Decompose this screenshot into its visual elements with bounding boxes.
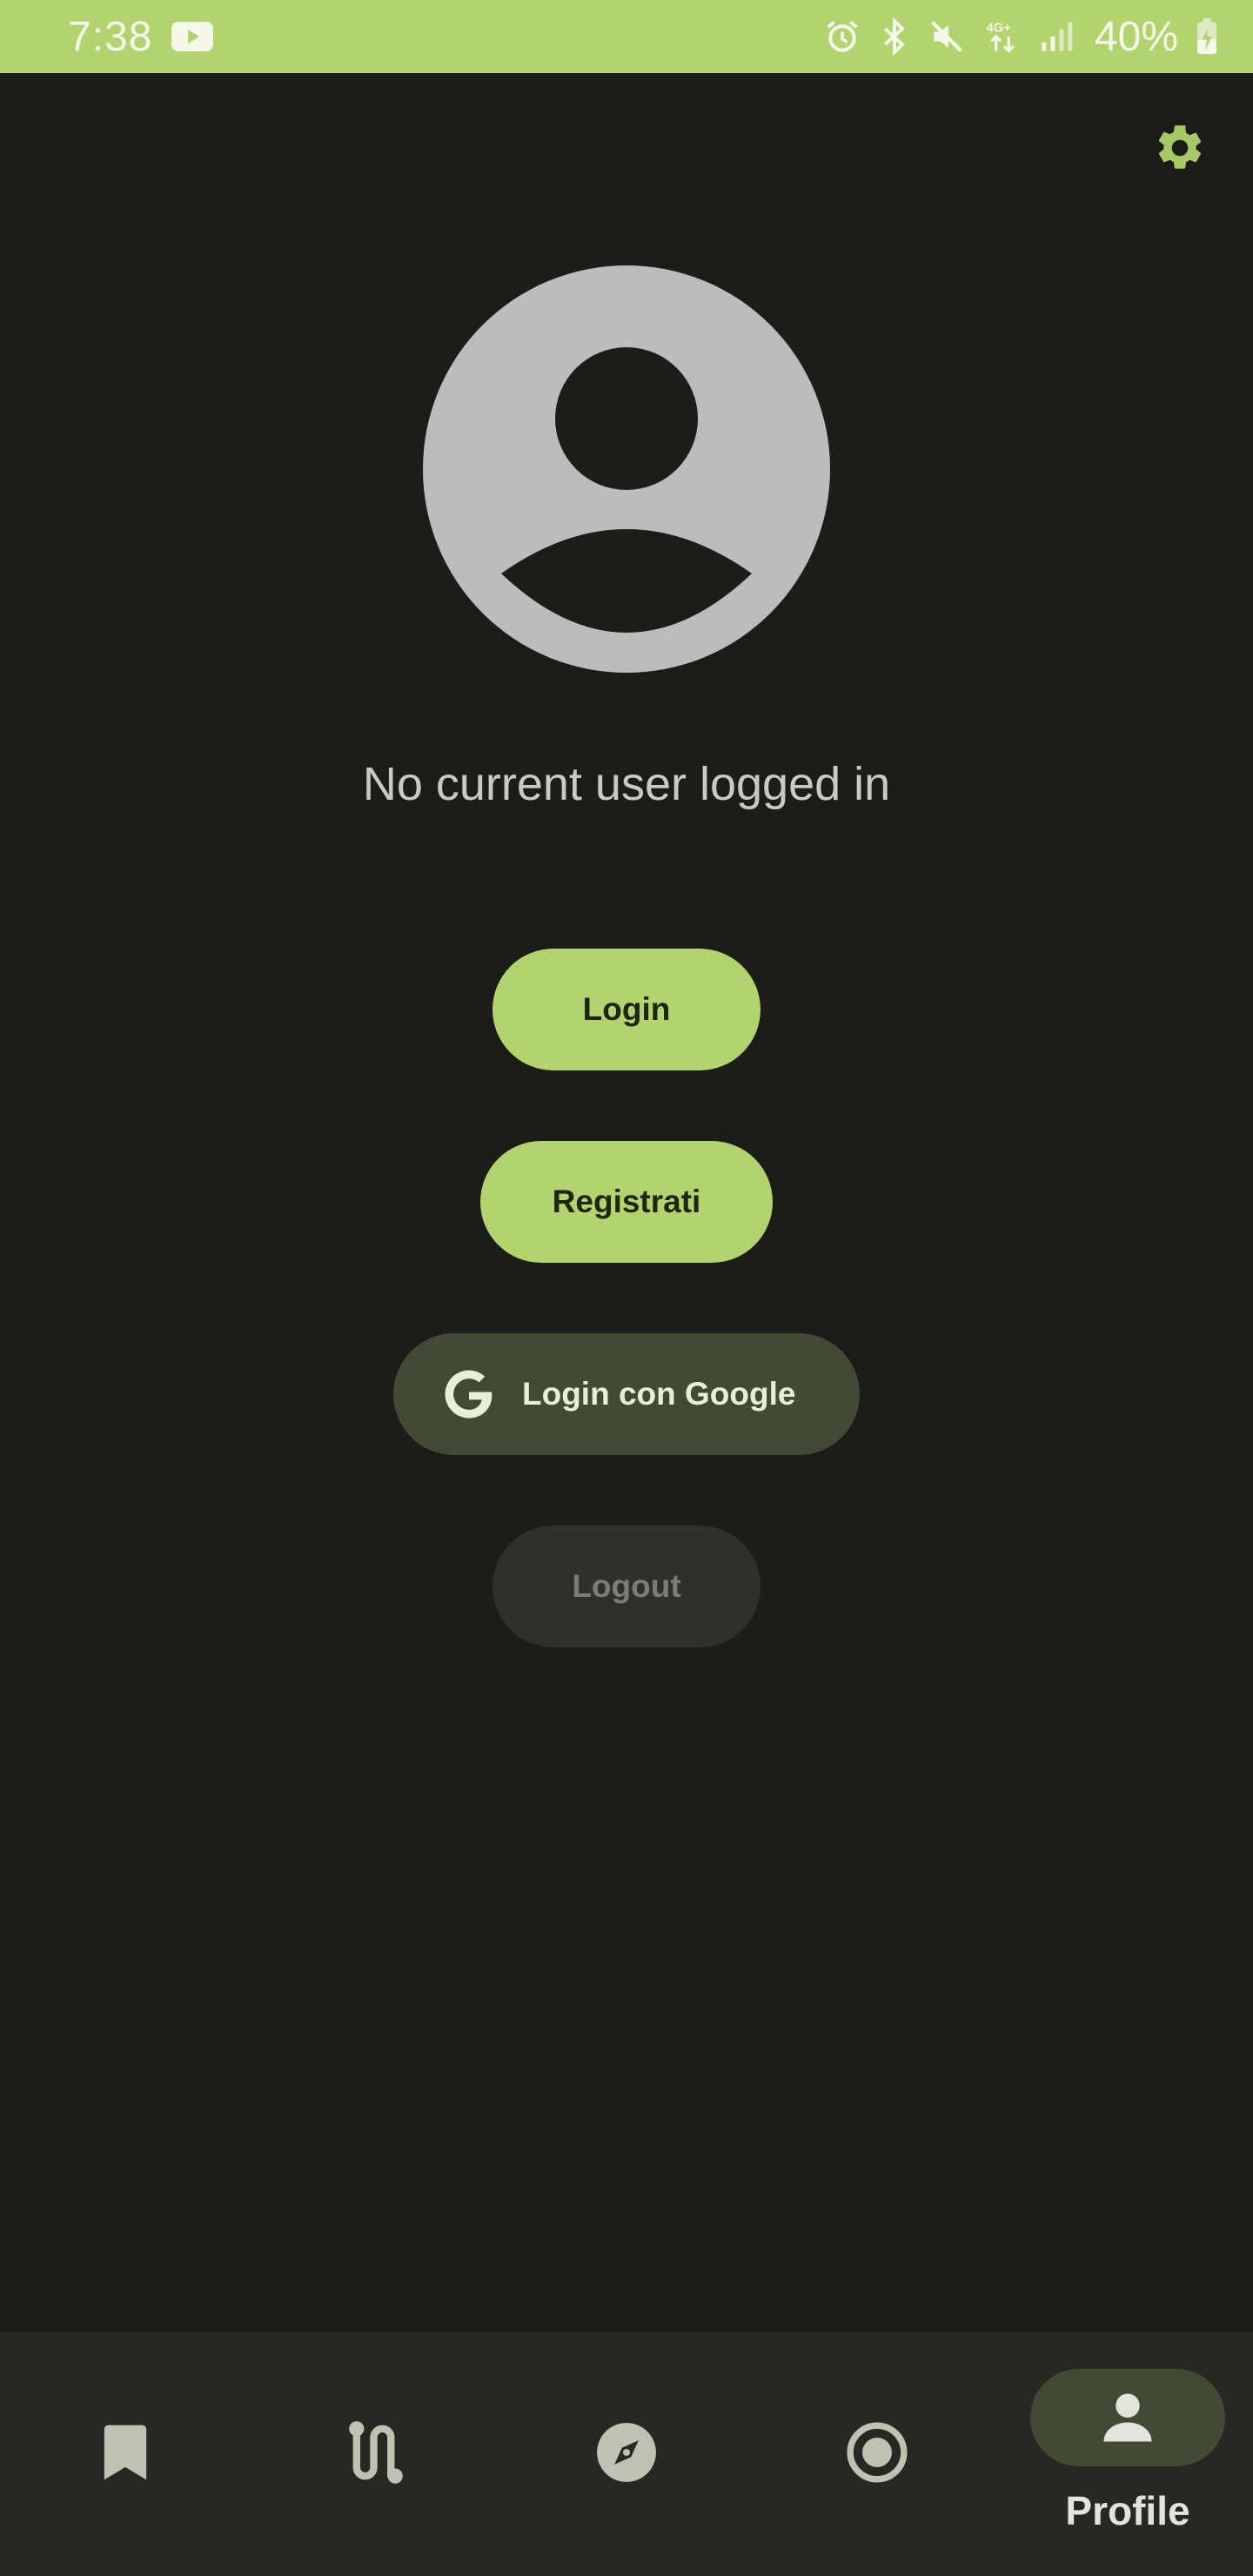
no-user-message: No current user logged in <box>362 758 891 810</box>
bluetooth-icon <box>879 17 910 56</box>
account-circle-icon <box>423 265 830 673</box>
nav-label-profile: Profile <box>1065 2488 1190 2533</box>
bookmark-icon <box>82 2409 169 2496</box>
status-time: 7:38 <box>68 13 153 60</box>
youtube-icon <box>171 22 214 51</box>
mute-icon <box>928 17 966 56</box>
gear-icon <box>1153 121 1207 179</box>
signal-icon <box>1039 19 1074 54</box>
avatar <box>423 265 830 673</box>
nav-item-bookmarks[interactable] <box>0 2332 251 2576</box>
person-icon <box>1089 2385 1166 2451</box>
google-login-label: Login con Google <box>522 1376 796 1412</box>
battery-text: 40% <box>1094 13 1178 60</box>
nav-item-routes[interactable] <box>251 2332 501 2576</box>
record-icon <box>834 2409 921 2496</box>
svg-text:4G+: 4G+ <box>987 22 1011 36</box>
compass-icon <box>583 2409 670 2496</box>
battery-charging-icon <box>1196 17 1218 56</box>
nav-item-record[interactable] <box>752 2332 1002 2576</box>
settings-button[interactable] <box>1149 118 1211 181</box>
status-bar: 7:38 4G+ 40% <box>0 0 1253 73</box>
google-icon <box>440 1365 498 1423</box>
logout-button[interactable]: Logout <box>492 1526 761 1647</box>
status-icons: 4G+ 40% <box>823 13 1218 61</box>
register-button[interactable]: Registrati <box>480 1141 773 1263</box>
google-login-button[interactable]: Login con Google <box>393 1333 860 1455</box>
network-4g-icon: 4G+ <box>983 17 1022 56</box>
nav-item-explore[interactable] <box>501 2332 752 2576</box>
login-button[interactable]: Login <box>492 949 761 1070</box>
alarm-icon <box>823 17 861 56</box>
route-icon <box>332 2409 419 2496</box>
